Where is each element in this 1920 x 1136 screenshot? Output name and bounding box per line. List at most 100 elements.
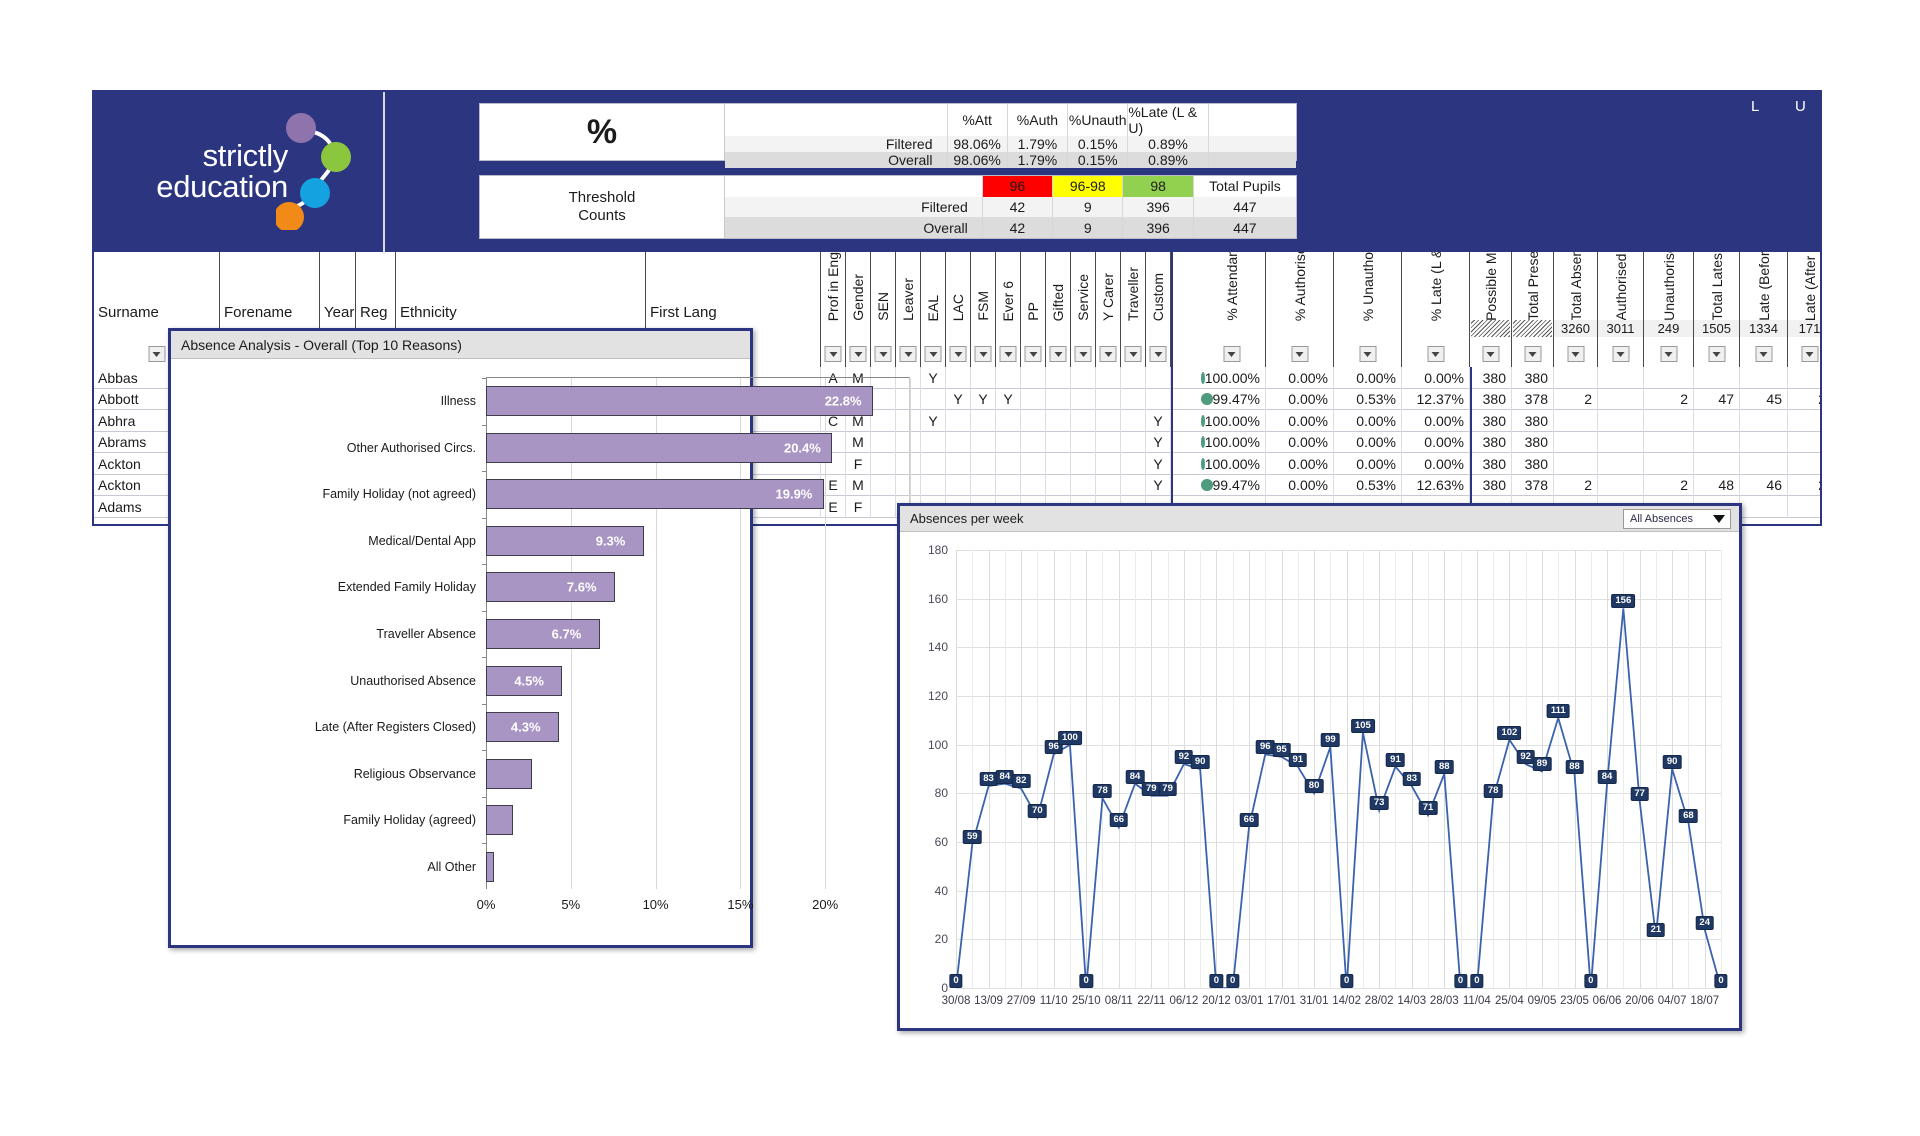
data-point-label: 66 [1109,813,1128,827]
filter-dropdown-icon[interactable] [1000,346,1017,362]
col-header--authorised-absences[interactable]: % Authorised Absences [1266,252,1334,367]
y-axis-tick [482,657,486,658]
filter-dropdown-icon[interactable] [1223,346,1240,362]
col-header-label: Gender [850,274,866,321]
filter-dropdown-icon[interactable] [925,346,942,362]
cell--authorised-absences: 0.00% [1266,410,1334,432]
filter-dropdown-icon[interactable] [950,346,967,362]
filter-dropdown-icon[interactable] [1100,346,1117,362]
filter-dropdown-icon[interactable] [900,346,917,362]
filter-dropdown-icon[interactable] [148,346,165,362]
data-point-label: 89 [1533,757,1552,771]
cell-eal [921,475,946,497]
chevron-down-icon[interactable] [1710,511,1728,527]
filter-dropdown-icon[interactable] [1612,346,1629,362]
col-header-possible-marks[interactable]: Possible Marks [1470,252,1512,367]
status-indicator-icon [1201,393,1213,405]
col-header-eal[interactable]: EAL [921,252,946,367]
percent-panel-label: % [480,104,725,160]
cell-late-after-reg-closed- [1788,453,1820,475]
column-total: 171 [1788,320,1820,337]
filter-dropdown-icon[interactable] [850,346,867,362]
col-header--attendance-inc-aea-[interactable]: % Attendance (inc AEA) [1198,252,1266,367]
filter-dropdown-icon[interactable] [1150,346,1167,362]
filter-dropdown-icon[interactable] [825,346,842,362]
data-point-label: 105 [1351,719,1375,733]
col-header-label: Unauthorised Absences [1661,252,1677,321]
col-header-custom[interactable]: Custom [1146,252,1171,367]
x-axis-tick-label: 25/04 [1495,995,1524,1007]
cell-total-present-including-aea: 380 [1512,453,1554,475]
col-header-leaver[interactable]: Leaver [896,252,921,367]
filter-dropdown-icon[interactable] [1660,346,1677,362]
filter-dropdown-icon[interactable] [1427,346,1444,362]
col-header-prof-in-english[interactable]: Prof in English [821,252,846,367]
percent-filtered-label: Filtered [725,136,947,152]
cell-total-lates [1694,432,1740,454]
data-point-label: 77 [1630,787,1649,801]
filter-dropdown-icon[interactable] [1567,346,1584,362]
bar [486,759,532,789]
col-header-unauthorised-absences[interactable]: Unauthorised Absences249 [1644,252,1694,367]
percent-overall-spacer [1208,152,1296,168]
cell-value: 100.00% [1205,434,1260,450]
col-header-label: Service [1075,274,1091,321]
col-header-late-after-reg-closed-[interactable]: Late (After Reg Closed)171 [1788,252,1820,367]
y-axis-tick-label: 20 [908,932,948,946]
col-header-late-before-reg-closed-[interactable]: Late (Before Reg Closed)1334 [1740,252,1788,367]
col-header-gender[interactable]: Gender [846,252,871,367]
column-total: 3260 [1554,320,1597,337]
threshold-band-96to98: 96-98 [1052,176,1122,197]
data-point-label: 0 [1454,974,1467,988]
x-axis-tick-label: 0% [477,897,496,912]
bar-value-label: 4.3% [511,720,541,735]
col-header-total-absences[interactable]: Total Absences3260 [1554,252,1598,367]
cell-value: 100.00% [1205,456,1260,472]
logo-dots-icon [276,112,376,230]
filter-dropdown-icon[interactable] [1482,346,1499,362]
cell-traveller [1121,410,1146,432]
filter-dropdown-icon[interactable] [1359,346,1376,362]
filter-dropdown-icon[interactable] [1125,346,1142,362]
filter-dropdown-icon[interactable] [875,346,892,362]
col-header-pp[interactable]: PP [1021,252,1046,367]
x-axis-tick-label: 25/10 [1072,995,1101,1007]
filter-dropdown-icon[interactable] [1291,346,1308,362]
filter-dropdown-icon[interactable] [1050,346,1067,362]
filter-dropdown-icon[interactable] [1025,346,1042,362]
col-header-lac[interactable]: LAC [946,252,971,367]
col-header--unauthorised-absences[interactable]: % Unauthorised Absences [1334,252,1402,367]
filter-dropdown-icon[interactable] [1708,346,1725,362]
filter-dropdown-icon[interactable] [1524,346,1541,362]
cell--authorised-absences: 0.00% [1266,453,1334,475]
col-header-authorised-absences[interactable]: Authorised Absences3011 [1598,252,1644,367]
col-header--late-l-u-[interactable]: % Late (L & U) [1402,252,1470,367]
filter-dropdown-icon[interactable] [1801,346,1818,362]
col-header-sen[interactable]: SEN [871,252,896,367]
cell--attendance-inc-aea-: 99.47% [1198,475,1266,497]
col-header-total-present-including-aea[interactable]: Total Present Including AEA [1512,252,1554,367]
cell-possible-marks: 380 [1470,475,1512,497]
col-header-y-carer[interactable]: Y Carer [1096,252,1121,367]
cell-eal: Y [921,367,946,389]
col-header-label: Authorised Absences [1613,252,1629,321]
col-header-gifted[interactable]: Gifted [1046,252,1071,367]
filter-dropdown-icon[interactable] [1755,346,1772,362]
col-header-label: % Authorised Absences [1292,252,1308,321]
cell-gifted [1046,453,1071,475]
filter-dropdown-icon[interactable] [975,346,992,362]
cell-traveller [1121,453,1146,475]
col-header-traveller[interactable]: Traveller [1121,252,1146,367]
col-header-total-lates[interactable]: Total Lates1505 [1694,252,1740,367]
cell-total-present-including-aea: 380 [1512,432,1554,454]
col-header-fsm[interactable]: FSM [971,252,996,367]
data-point-label: 84 [1598,770,1617,784]
percent-overall-row: Overall 98.06% 1.79% 0.15% 0.89% [725,152,1296,168]
filter-dropdown-icon[interactable] [1075,346,1092,362]
cell-late-after-reg-closed-: 2 [1788,475,1820,497]
cell-service [1071,432,1096,454]
absence-type-select[interactable]: All Absences [1623,509,1731,529]
cell--late-l-u-: 0.00% [1402,432,1470,454]
col-header-ever-6[interactable]: Ever 6 [996,252,1021,367]
col-header-service[interactable]: Service [1071,252,1096,367]
